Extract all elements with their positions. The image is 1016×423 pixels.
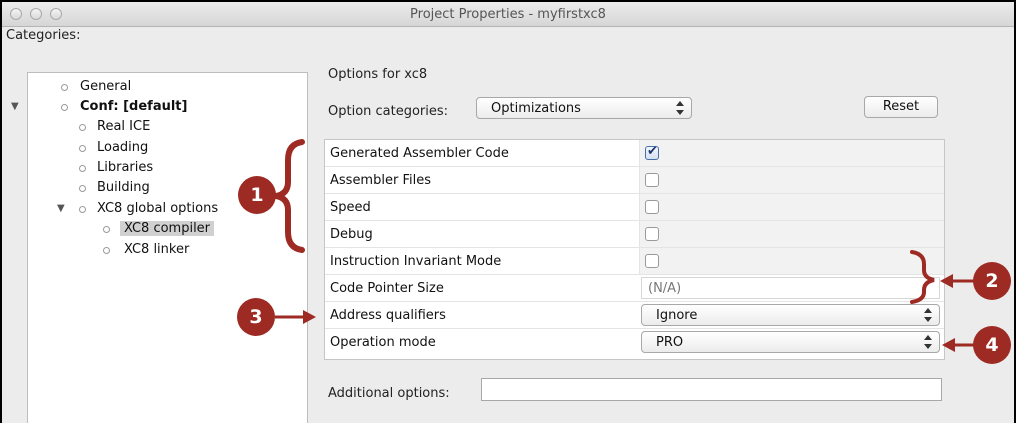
arrow-2-icon	[940, 274, 975, 288]
callout-badge-2: 2	[973, 262, 1011, 300]
brace-1-icon	[275, 139, 305, 253]
callout-badge-1: 1	[238, 176, 276, 214]
brace-2-icon	[910, 250, 935, 304]
callout-annotations	[275, 139, 975, 352]
callout-badge-3: 3	[237, 298, 275, 336]
callout-badge-4: 4	[973, 326, 1011, 364]
arrow-4-icon	[942, 338, 975, 352]
arrow-3-icon	[275, 310, 316, 324]
